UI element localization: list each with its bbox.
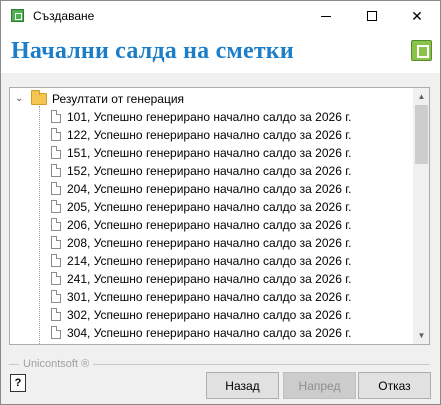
maximize-icon bbox=[367, 11, 377, 21]
minimize-icon bbox=[321, 15, 331, 17]
folder-icon bbox=[31, 90, 47, 105]
document-icon bbox=[51, 146, 61, 159]
dialog-window: Създаване ✕ Начални салда на сметки ⌄ Ре… bbox=[0, 0, 441, 405]
tree-item[interactable]: 205, Успешно генерирано начално салдо за… bbox=[10, 198, 410, 216]
close-icon: ✕ bbox=[411, 7, 423, 24]
collapse-chevron-icon[interactable]: ⌄ bbox=[15, 93, 23, 104]
tree-item[interactable]: 304, Успешно генерирано начално салдо за… bbox=[10, 324, 410, 342]
tree-item-label: 214, Успешно генерирано начално салдо за… bbox=[67, 254, 352, 268]
document-icon bbox=[51, 236, 61, 249]
tree-item-label: 301, Успешно генерирано начално салдо за… bbox=[67, 290, 352, 304]
cancel-button[interactable]: Отказ bbox=[358, 372, 431, 399]
tree-item-label: 208, Успешно генерирано начално салдо за… bbox=[67, 236, 352, 250]
tree-item[interactable]: 241, Успешно генерирано начално салдо за… bbox=[10, 270, 410, 288]
back-button[interactable]: Назад bbox=[206, 372, 279, 399]
maximize-button[interactable] bbox=[349, 1, 395, 31]
minimize-button[interactable] bbox=[303, 1, 349, 31]
scroll-up-arrow-icon[interactable]: ▲ bbox=[413, 88, 429, 105]
app-icon bbox=[11, 9, 24, 22]
tree-item-label: 206, Успешно генерирано начално салдо за… bbox=[67, 218, 352, 232]
document-icon bbox=[51, 290, 61, 303]
help-button[interactable]: ? bbox=[10, 374, 26, 392]
results-tree: ⌄ Резултати от генерация 101, Успешно ге… bbox=[9, 87, 430, 345]
title-bar: Създаване ✕ bbox=[1, 1, 440, 31]
document-icon bbox=[51, 182, 61, 195]
document-icon bbox=[51, 218, 61, 231]
document-icon bbox=[51, 164, 61, 177]
wizard-header: Начални салда на сметки bbox=[1, 31, 440, 73]
tree-item[interactable]: 204, Успешно генерирано начално салдо за… bbox=[10, 180, 410, 198]
document-icon bbox=[51, 110, 61, 123]
tree-root-label: Резултати от генерация bbox=[52, 92, 185, 106]
tree-item-label: 304, Успешно генерирано начално салдо за… bbox=[67, 326, 352, 340]
tree-item-label: 122, Успешно генерирано начално салдо за… bbox=[67, 128, 352, 142]
document-icon bbox=[51, 200, 61, 213]
tree-item-label: 241, Успешно генерирано начално салдо за… bbox=[67, 272, 352, 286]
tree-item[interactable]: 302, Успешно генерирано начално салдо за… bbox=[10, 306, 410, 324]
document-icon bbox=[51, 128, 61, 141]
tree-item-label: 302, Успешно генерирано начално салдо за… bbox=[67, 308, 352, 322]
scroll-thumb[interactable] bbox=[415, 105, 428, 164]
brand-logo-icon bbox=[411, 40, 432, 61]
tree-item-label: 205, Успешно генерирано начално салдо за… bbox=[67, 200, 352, 214]
next-button[interactable]: Напред bbox=[283, 372, 356, 399]
tree-item[interactable]: 101, Успешно генерирано начално салдо за… bbox=[10, 108, 410, 126]
help-icon: ? bbox=[14, 377, 22, 389]
tree-root-node[interactable]: ⌄ Резултати от генерация bbox=[10, 90, 410, 108]
tree-item[interactable]: 206, Успешно генерирано начално салдо за… bbox=[10, 216, 410, 234]
document-icon bbox=[51, 308, 61, 321]
tree-item-label: 101, Успешно генерирано начално салдо за… bbox=[67, 110, 352, 124]
tree-item[interactable]: 208, Успешно генерирано начално салдо за… bbox=[10, 234, 410, 252]
tree-item-label: 204, Успешно генерирано начално салдо за… bbox=[67, 182, 352, 196]
page-title: Начални салда на сметки bbox=[11, 38, 294, 64]
tree-item[interactable]: 151, Успешно генерирано начално салдо за… bbox=[10, 144, 410, 162]
tree-item[interactable]: 214, Успешно генерирано начално салдо за… bbox=[10, 252, 410, 270]
document-icon bbox=[51, 254, 61, 267]
document-icon bbox=[51, 272, 61, 285]
vertical-scrollbar[interactable]: ▲ ▼ bbox=[413, 88, 429, 344]
tree-item[interactable]: 122, Успешно генерирано начално салдо за… bbox=[10, 126, 410, 144]
tree-item[interactable]: 301, Успешно генерирано начално салдо за… bbox=[10, 288, 410, 306]
document-icon bbox=[51, 326, 61, 339]
tree-item[interactable]: 152, Успешно генерирано начално салдо за… bbox=[10, 162, 410, 180]
close-button[interactable]: ✕ bbox=[394, 1, 440, 31]
tree-children: 101, Успешно генерирано начално салдо за… bbox=[10, 108, 410, 342]
brand-label: Unicontsoft ® bbox=[19, 358, 94, 370]
tree-item-label: 151, Успешно генерирано начално салдо за… bbox=[67, 146, 352, 160]
scroll-down-arrow-icon[interactable]: ▼ bbox=[413, 327, 429, 344]
tree-item-label: 152, Успешно генерирано начално салдо за… bbox=[67, 164, 352, 178]
window-title: Създаване bbox=[33, 9, 95, 23]
